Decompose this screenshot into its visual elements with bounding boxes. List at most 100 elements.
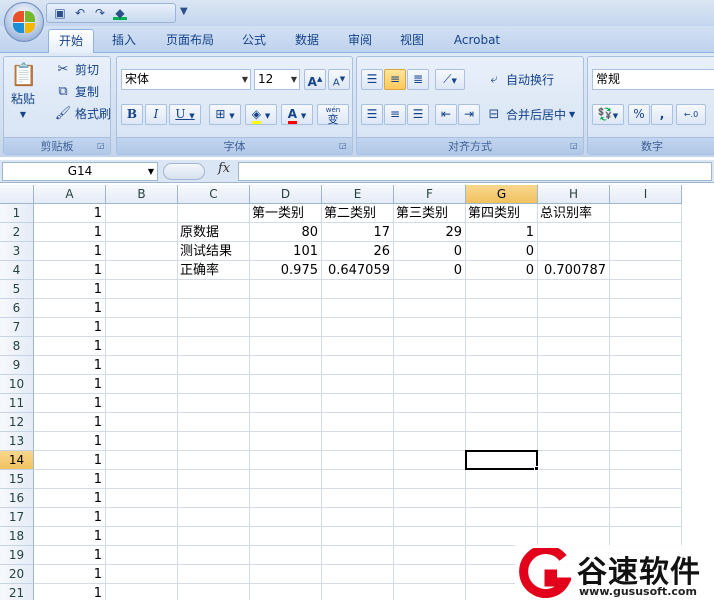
cell-c11[interactable]	[178, 394, 250, 413]
cell-c7[interactable]	[178, 318, 250, 337]
format-painter-button[interactable]: 🖌 格式刷	[54, 103, 111, 125]
clipboard-launcher-icon[interactable]: ◲	[97, 141, 107, 151]
cell-i5[interactable]	[610, 280, 682, 299]
align-middle-button[interactable]: ≡	[384, 69, 406, 90]
paste-dropdown-icon[interactable]: ▼	[20, 107, 26, 123]
row-header[interactable]: 16	[0, 489, 34, 508]
cell-e7[interactable]	[322, 318, 394, 337]
cut-button[interactable]: ✂ 剪切	[54, 59, 99, 81]
cell-i13[interactable]	[610, 432, 682, 451]
office-button[interactable]	[4, 2, 44, 42]
cell-e21[interactable]	[322, 584, 394, 600]
column-header-g[interactable]: G	[466, 185, 538, 204]
cell-d16[interactable]	[250, 489, 322, 508]
cell-b15[interactable]	[106, 470, 178, 489]
font-size-combo[interactable]: 12 ▼	[254, 69, 300, 90]
cell-g2[interactable]: 1	[466, 223, 538, 242]
cell-b8[interactable]	[106, 337, 178, 356]
cell-b20[interactable]	[106, 565, 178, 584]
copy-button[interactable]: ⧉ 复制	[54, 81, 99, 103]
cell-c1[interactable]	[178, 204, 250, 223]
cell-g16[interactable]	[466, 489, 538, 508]
cell-d11[interactable]	[250, 394, 322, 413]
name-box[interactable]: G14 ▼	[2, 162, 158, 181]
redo-icon[interactable]: ↷	[93, 6, 107, 20]
cell-f5[interactable]	[394, 280, 466, 299]
cell-d3[interactable]: 101	[250, 242, 322, 261]
cell-c3[interactable]: 测试结果	[178, 242, 250, 261]
cell-e17[interactable]	[322, 508, 394, 527]
cell-d18[interactable]	[250, 527, 322, 546]
cell-h2[interactable]	[538, 223, 610, 242]
cell-g15[interactable]	[466, 470, 538, 489]
cell-e18[interactable]	[322, 527, 394, 546]
column-header-i[interactable]: I	[610, 185, 682, 204]
cell-b16[interactable]	[106, 489, 178, 508]
name-box-dropdown-icon[interactable]: ▼	[148, 163, 154, 180]
column-header-d[interactable]: D	[250, 185, 322, 204]
number-format-combo[interactable]: 常规	[592, 69, 714, 90]
cell-i2[interactable]	[610, 223, 682, 242]
shrink-font-button[interactable]: A▼	[328, 69, 350, 90]
tab-data[interactable]: 数据	[287, 29, 327, 53]
cell-i16[interactable]	[610, 489, 682, 508]
cell-i12[interactable]	[610, 413, 682, 432]
cell-f7[interactable]	[394, 318, 466, 337]
cell-c10[interactable]	[178, 375, 250, 394]
cell-i4[interactable]	[610, 261, 682, 280]
cell-b10[interactable]	[106, 375, 178, 394]
formula-bar-splitter[interactable]	[163, 163, 205, 180]
cell-d20[interactable]	[250, 565, 322, 584]
cell-h6[interactable]	[538, 299, 610, 318]
cell-h11[interactable]	[538, 394, 610, 413]
font-launcher-icon[interactable]: ◲	[339, 141, 349, 151]
cell-d1[interactable]: 第一类别	[250, 204, 322, 223]
fill-color-button[interactable]: ◈ ▼	[245, 104, 277, 125]
cell-h1[interactable]: 总识别率	[538, 204, 610, 223]
cell-g1[interactable]: 第四类别	[466, 204, 538, 223]
cell-e20[interactable]	[322, 565, 394, 584]
cell-e2[interactable]: 17	[322, 223, 394, 242]
tab-view[interactable]: 视图	[392, 29, 432, 53]
cell-b3[interactable]	[106, 242, 178, 261]
cell-a16[interactable]: 1	[34, 489, 106, 508]
cell-a4[interactable]: 1	[34, 261, 106, 280]
cell-b1[interactable]	[106, 204, 178, 223]
row-header[interactable]: 9	[0, 356, 34, 375]
cell-d2[interactable]: 80	[250, 223, 322, 242]
cell-f12[interactable]	[394, 413, 466, 432]
cell-h3[interactable]	[538, 242, 610, 261]
cell-d5[interactable]	[250, 280, 322, 299]
column-header-a[interactable]: A	[34, 185, 106, 204]
cell-i8[interactable]	[610, 337, 682, 356]
cell-d13[interactable]	[250, 432, 322, 451]
cell-c4[interactable]: 正确率	[178, 261, 250, 280]
cell-f21[interactable]	[394, 584, 466, 600]
cell-a6[interactable]: 1	[34, 299, 106, 318]
fill-color-icon[interactable]: ◆	[113, 6, 127, 20]
cell-h8[interactable]	[538, 337, 610, 356]
cell-f18[interactable]	[394, 527, 466, 546]
accounting-format-button[interactable]: 💱▼	[592, 104, 624, 125]
increase-decimal-button[interactable]: ←.0	[676, 104, 706, 125]
fill-handle[interactable]	[534, 466, 539, 471]
cell-i11[interactable]	[610, 394, 682, 413]
align-top-button[interactable]: ☰	[361, 69, 383, 90]
cell-a10[interactable]: 1	[34, 375, 106, 394]
increase-indent-button[interactable]: ⇥	[458, 104, 480, 125]
phonetic-button[interactable]: wén 变	[317, 104, 349, 125]
cell-f8[interactable]	[394, 337, 466, 356]
cell-h4[interactable]: 0.700787	[538, 261, 610, 280]
cell-f15[interactable]	[394, 470, 466, 489]
worksheet-grid[interactable]: ABCDEFGHI 1 1 第一类别 第二类别 第三类别 第四类别 总识别率 2 1 原数据 80 1…	[0, 185, 714, 600]
cell-f16[interactable]	[394, 489, 466, 508]
cell-i15[interactable]	[610, 470, 682, 489]
cell-e5[interactable]	[322, 280, 394, 299]
row-header[interactable]: 19	[0, 546, 34, 565]
cell-b2[interactable]	[106, 223, 178, 242]
tab-home[interactable]: 开始	[48, 29, 94, 54]
cell-g4[interactable]: 0	[466, 261, 538, 280]
cell-f9[interactable]	[394, 356, 466, 375]
cell-f19[interactable]	[394, 546, 466, 565]
cell-b6[interactable]	[106, 299, 178, 318]
